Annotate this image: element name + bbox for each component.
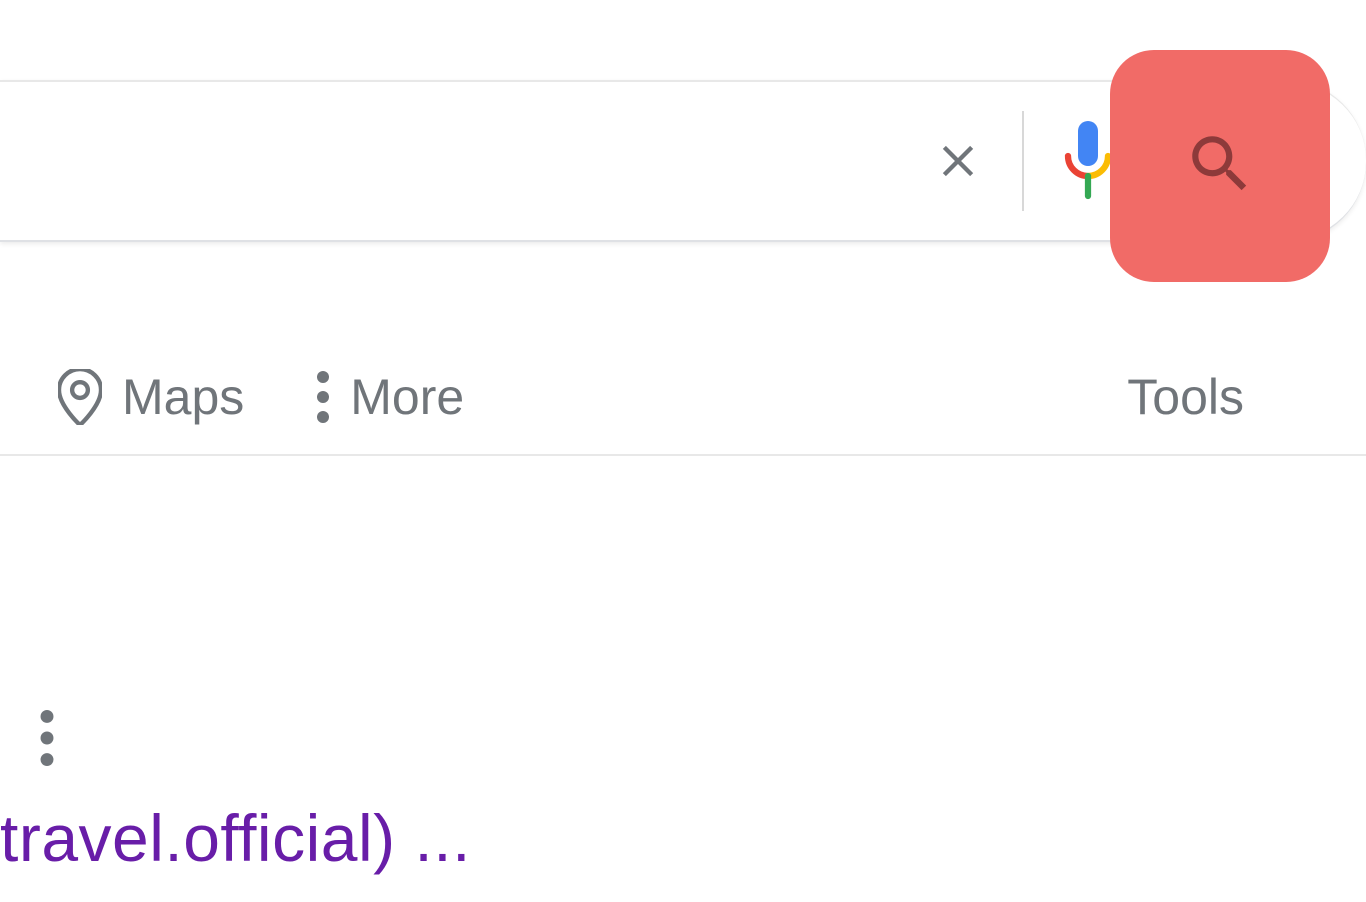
pin-icon xyxy=(58,369,102,425)
search-bar-divider xyxy=(1022,111,1024,211)
nav-maps[interactable]: Maps xyxy=(58,368,244,426)
nav-tools[interactable]: Tools xyxy=(1127,368,1244,426)
search-nav-tabs: Maps More Tools xyxy=(0,340,1366,456)
mic-icon[interactable] xyxy=(1058,131,1118,191)
result-title-fragment[interactable]: travel.official) ... xyxy=(0,800,471,876)
clear-icon[interactable] xyxy=(928,131,988,191)
nav-tools-label: Tools xyxy=(1127,369,1244,425)
nav-more[interactable]: More xyxy=(316,368,464,426)
nav-more-label: More xyxy=(350,368,464,426)
search-button-highlight[interactable] xyxy=(1110,50,1330,282)
nav-maps-label: Maps xyxy=(122,368,244,426)
more-vertical-icon xyxy=(316,371,330,423)
search-icon xyxy=(1183,127,1257,206)
result-options-icon[interactable] xyxy=(40,710,54,771)
